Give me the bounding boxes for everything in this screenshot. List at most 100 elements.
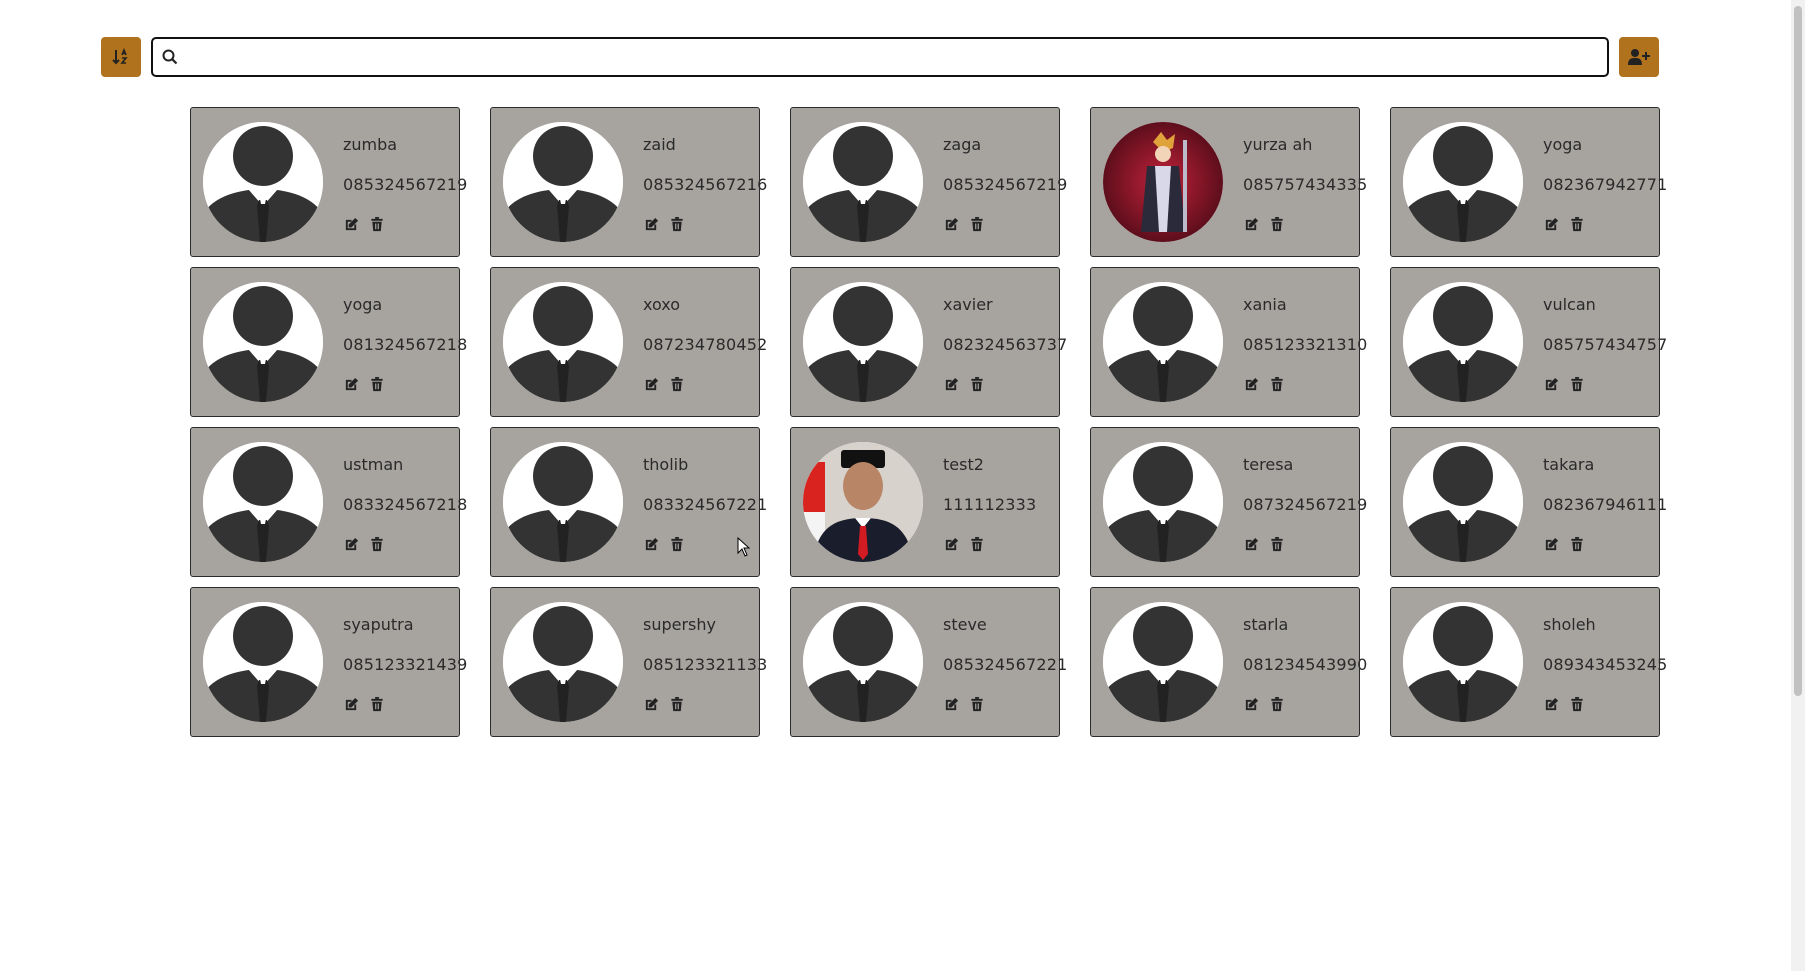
contact-card[interactable]: xavier 082324563737 (790, 267, 1067, 417)
card-actions (1543, 216, 1585, 232)
contact-name: yoga (343, 295, 383, 314)
card-actions (1543, 376, 1585, 392)
scrollbar[interactable] (1791, 0, 1805, 971)
edit-icon[interactable] (1243, 536, 1259, 552)
trash-icon[interactable] (369, 216, 385, 232)
trash-icon[interactable] (1569, 696, 1585, 712)
contact-avatar (503, 282, 623, 402)
contact-card[interactable]: xoxo 087234780452 (490, 267, 767, 417)
contact-card[interactable]: zaid 085324567216 (490, 107, 767, 257)
scrollbar-thumb[interactable] (1794, 6, 1802, 696)
edit-icon[interactable] (1243, 696, 1259, 712)
trash-icon[interactable] (1269, 696, 1285, 712)
edit-icon[interactable] (943, 216, 959, 232)
sort-alpha-icon (112, 48, 128, 65)
contact-name: sholeh (1543, 615, 1596, 634)
edit-icon[interactable] (943, 376, 959, 392)
contact-card[interactable]: steve 085324567221 (790, 587, 1067, 737)
contact-card[interactable]: zaga 085324567219 (790, 107, 1067, 257)
edit-icon[interactable] (1243, 216, 1259, 232)
edit-icon[interactable] (1543, 376, 1559, 392)
trash-icon[interactable] (969, 376, 985, 392)
contact-card[interactable]: yurza ah 085757434335 (1090, 107, 1367, 257)
trash-icon[interactable] (369, 536, 385, 552)
trash-icon[interactable] (369, 696, 385, 712)
trash-icon[interactable] (669, 536, 685, 552)
search-input[interactable] (187, 41, 1607, 73)
edit-icon[interactable] (643, 216, 659, 232)
contact-card[interactable]: ustman 083324567218 (190, 427, 467, 577)
edit-icon[interactable] (643, 376, 659, 392)
card-actions (1243, 376, 1285, 392)
edit-icon[interactable] (1543, 696, 1559, 712)
trash-icon[interactable] (969, 696, 985, 712)
contact-name: yoga (1543, 135, 1583, 154)
contact-phone: 085123321439 (343, 655, 468, 674)
contact-phone: 089343453245 (1543, 655, 1668, 674)
edit-icon[interactable] (1243, 376, 1259, 392)
contact-phone: 111112333 (943, 495, 1037, 514)
contact-phone: 085123321310 (1243, 335, 1368, 354)
contact-phone: 085324567219 (343, 175, 468, 194)
contact-card[interactable]: yoga 081324567218 (190, 267, 467, 417)
trash-icon[interactable] (669, 696, 685, 712)
edit-icon[interactable] (343, 376, 359, 392)
contact-card[interactable]: syaputra 085123321439 (190, 587, 467, 737)
trash-icon[interactable] (1569, 376, 1585, 392)
contact-card[interactable]: teresa 087324567219 (1090, 427, 1367, 577)
contact-avatar (503, 122, 623, 242)
contact-avatar (803, 442, 923, 562)
contact-name: xavier (943, 295, 993, 314)
contact-name: yurza ah (1243, 135, 1313, 154)
edit-icon[interactable] (943, 536, 959, 552)
contact-name: xoxo (643, 295, 681, 314)
edit-icon[interactable] (1543, 216, 1559, 232)
trash-icon[interactable] (969, 216, 985, 232)
trash-icon[interactable] (1269, 536, 1285, 552)
contact-name: ustman (343, 455, 404, 474)
contact-card[interactable]: tholib 083324567221 (490, 427, 767, 577)
edit-icon[interactable] (1543, 536, 1559, 552)
edit-icon[interactable] (343, 696, 359, 712)
contact-card[interactable]: test2 111112333 (790, 427, 1060, 577)
trash-icon[interactable] (1269, 376, 1285, 392)
contact-card[interactable]: sholeh 089343453245 (1390, 587, 1667, 737)
card-actions (943, 376, 985, 392)
contact-phone: 085757434757 (1543, 335, 1668, 354)
card-actions (1243, 696, 1285, 712)
card-actions (343, 216, 385, 232)
sort-button[interactable] (101, 37, 141, 77)
contact-name: vulcan (1543, 295, 1596, 314)
trash-icon[interactable] (969, 536, 985, 552)
trash-icon[interactable] (369, 376, 385, 392)
edit-icon[interactable] (343, 536, 359, 552)
trash-icon[interactable] (669, 376, 685, 392)
contact-card[interactable]: vulcan 085757434757 (1390, 267, 1667, 417)
trash-icon[interactable] (1569, 536, 1585, 552)
contact-card[interactable]: zumba 085324567219 (190, 107, 467, 257)
trash-icon[interactable] (1569, 216, 1585, 232)
contact-avatar (203, 602, 323, 722)
trash-icon[interactable] (1269, 216, 1285, 232)
contact-avatar (803, 602, 923, 722)
contact-avatar (203, 122, 323, 242)
contact-card[interactable]: starla 081234543990 (1090, 587, 1367, 737)
edit-icon[interactable] (643, 696, 659, 712)
edit-icon[interactable] (343, 216, 359, 232)
card-actions (943, 536, 985, 552)
card-actions (1243, 536, 1285, 552)
contact-card[interactable]: supershy 085123321133 (490, 587, 767, 737)
contact-card[interactable]: xania 085123321310 (1090, 267, 1367, 417)
contact-card[interactable]: takara 082367946111 (1390, 427, 1667, 577)
card-actions (643, 536, 685, 552)
add-user-button[interactable] (1619, 37, 1659, 77)
edit-icon[interactable] (643, 536, 659, 552)
trash-icon[interactable] (669, 216, 685, 232)
contact-name: tholib (643, 455, 689, 474)
contact-card[interactable]: yoga 082367942771 (1390, 107, 1667, 257)
mouse-cursor (737, 537, 751, 557)
contact-phone: 085324567216 (643, 175, 768, 194)
contact-avatar (1403, 122, 1523, 242)
edit-icon[interactable] (943, 696, 959, 712)
contact-phone: 083324567218 (343, 495, 468, 514)
